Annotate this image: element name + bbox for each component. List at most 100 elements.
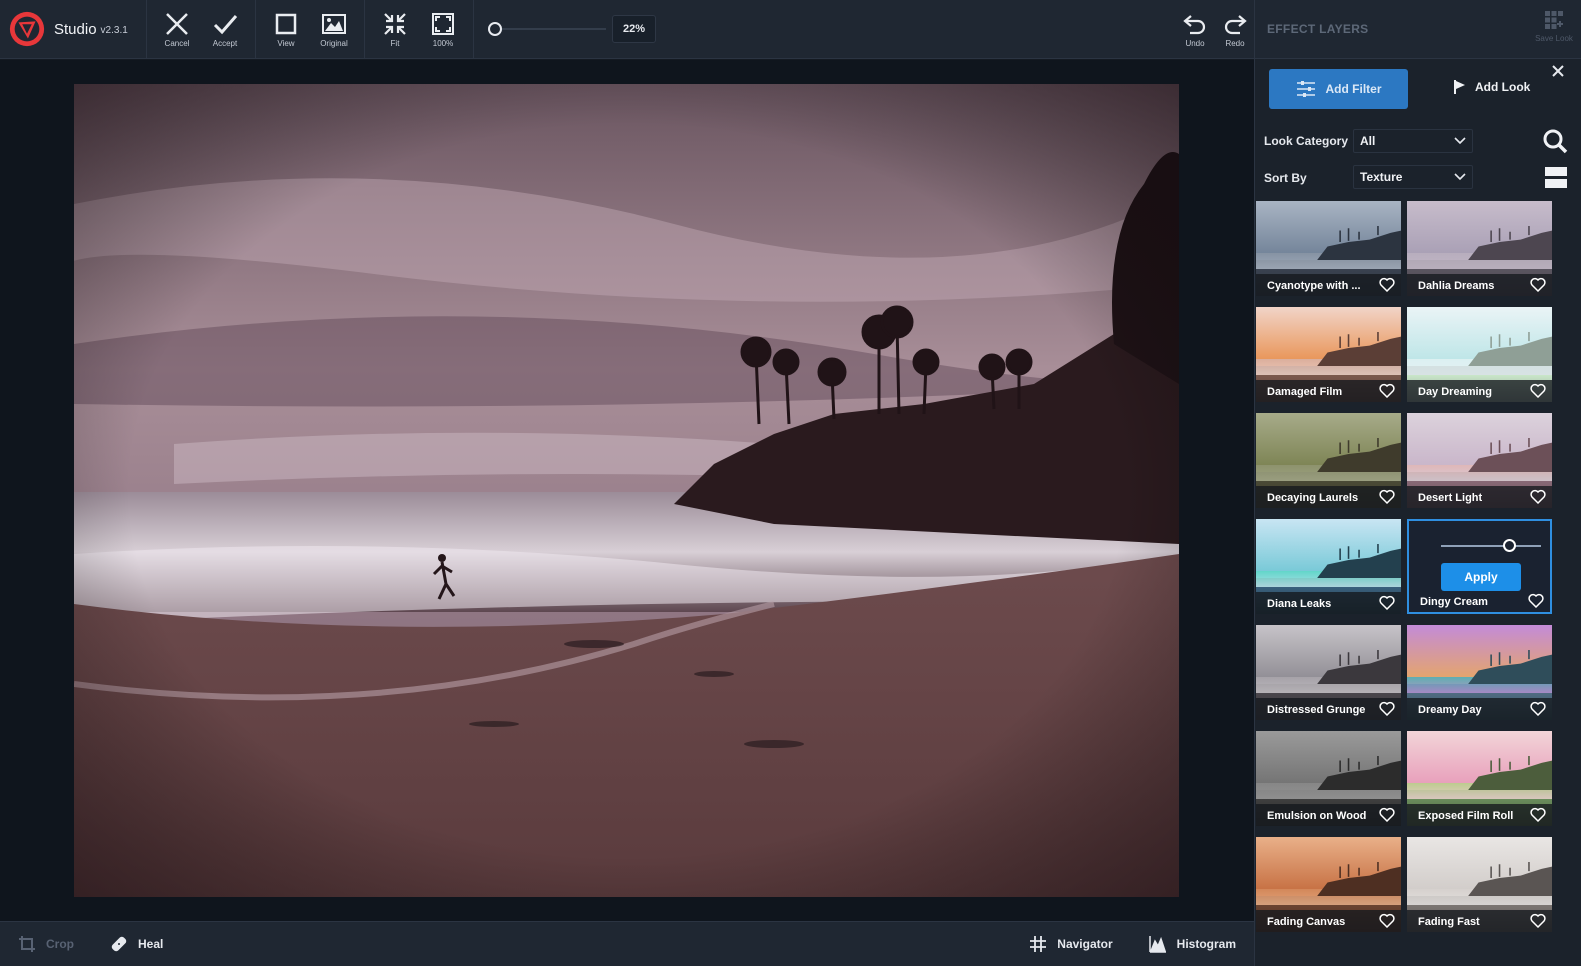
fit-button[interactable]: Fit: [371, 3, 419, 55]
favorite-heart-icon[interactable]: [1379, 383, 1395, 398]
view-button[interactable]: View: [262, 3, 310, 55]
brand: Studio v2.3.1: [0, 0, 147, 59]
close-panel-icon[interactable]: [1551, 64, 1565, 78]
look-name: Decaying Laurels: [1267, 492, 1359, 504]
heal-tool-button[interactable]: Heal: [92, 922, 181, 966]
close-icon: [166, 12, 188, 35]
add-filter-button[interactable]: Add Filter: [1269, 69, 1408, 109]
favorite-heart-icon[interactable]: [1530, 913, 1546, 928]
zoom-slider[interactable]: [488, 22, 606, 36]
look-tile[interactable]: Desert Light: [1407, 413, 1552, 508]
look-tile[interactable]: Distressed Grunge: [1256, 625, 1401, 720]
favorite-heart-icon[interactable]: [1530, 277, 1546, 292]
accept-button[interactable]: Accept: [201, 3, 249, 55]
look-flag-icon: [1454, 80, 1465, 94]
view-actions: View Original: [256, 0, 365, 59]
favorite-heart-icon[interactable]: [1379, 807, 1395, 822]
favorite-heart-icon[interactable]: [1379, 701, 1395, 716]
look-tile[interactable]: Diana Leaks: [1256, 519, 1401, 614]
zoom-slider-handle[interactable]: [488, 22, 502, 36]
histogram-icon: [1148, 936, 1166, 953]
look-strength-handle[interactable]: [1503, 539, 1516, 552]
look-tile[interactable]: Fading Fast: [1407, 837, 1552, 932]
bottom-right-tools: Navigator Histogram: [1011, 922, 1254, 966]
zoom-percent-field[interactable]: 22%: [612, 15, 656, 43]
favorite-heart-icon[interactable]: [1528, 593, 1544, 608]
edit-actions: Cancel Accept: [147, 0, 256, 59]
look-tile[interactable]: Emulsion on Wood: [1256, 731, 1401, 826]
zoom-actions: Fit 100%: [365, 0, 474, 59]
look-name: Fading Fast: [1418, 916, 1480, 928]
navigator-label: Navigator: [1057, 937, 1113, 951]
favorite-heart-icon[interactable]: [1530, 807, 1546, 822]
crop-label: Crop: [46, 937, 74, 951]
look-name: Exposed Film Roll: [1418, 810, 1514, 822]
sort-by-value: Texture: [1360, 170, 1403, 184]
image-icon: [322, 13, 346, 34]
list-view-icon[interactable]: [1544, 165, 1568, 189]
expand-icon: [432, 12, 454, 35]
look-tile[interactable]: Damaged Film: [1256, 307, 1401, 402]
sort-by-label: Sort By: [1264, 171, 1307, 185]
favorite-heart-icon[interactable]: [1379, 913, 1395, 928]
bandage-icon: [111, 936, 127, 952]
zoom-100-button[interactable]: 100%: [419, 3, 467, 55]
chevron-down-icon: [1454, 137, 1466, 145]
favorite-heart-icon[interactable]: [1379, 277, 1395, 292]
cancel-button[interactable]: Cancel: [153, 3, 201, 55]
app-window: Studio v2.3.1 Cancel Accept View Origina…: [0, 0, 1581, 966]
search-icon[interactable]: [1542, 128, 1568, 154]
app-logo-icon: [9, 11, 45, 47]
bottom-toolbar: Crop Heal Navigator Histogram: [0, 921, 1254, 966]
look-tile[interactable]: Exposed Film Roll: [1407, 731, 1552, 826]
redo-label: Redo: [1225, 39, 1245, 48]
favorite-heart-icon[interactable]: [1379, 595, 1395, 610]
apply-look-button[interactable]: Apply: [1441, 563, 1521, 591]
zoom-100-label: 100%: [432, 38, 454, 48]
app-version: v2.3.1: [100, 25, 128, 36]
look-tile[interactable]: Dahlia Dreams: [1407, 201, 1552, 296]
save-look-label: Save Look: [1535, 34, 1573, 43]
look-name: Dingy Cream: [1420, 596, 1488, 608]
look-strength-slider[interactable]: [1441, 539, 1541, 552]
undo-label: Undo: [1185, 39, 1205, 48]
look-name: Dreamy Day: [1418, 704, 1482, 716]
favorite-heart-icon[interactable]: [1530, 701, 1546, 716]
favorite-heart-icon[interactable]: [1379, 489, 1395, 504]
save-look-button[interactable]: Save Look: [1533, 10, 1575, 43]
top-toolbar: Studio v2.3.1 Cancel Accept View Origina…: [0, 0, 1265, 59]
original-button[interactable]: Original: [310, 3, 358, 55]
look-tile[interactable]: Day Dreaming: [1407, 307, 1552, 402]
grid-hash-icon: [1030, 936, 1047, 952]
look-name: Fading Canvas: [1267, 916, 1346, 928]
favorite-heart-icon[interactable]: [1530, 383, 1546, 398]
save-look-grid-icon: [1545, 11, 1563, 29]
fit-arrows-icon: [384, 12, 406, 35]
sort-by-select[interactable]: Texture: [1353, 165, 1473, 189]
undo-button[interactable]: Undo: [1175, 4, 1215, 56]
histogram-button[interactable]: Histogram: [1131, 922, 1254, 966]
original-label: Original: [320, 38, 348, 48]
look-category-select[interactable]: All: [1353, 129, 1473, 153]
look-name: Dahlia Dreams: [1418, 280, 1495, 292]
navigator-button[interactable]: Navigator: [1011, 922, 1130, 966]
redo-button[interactable]: Redo: [1215, 4, 1255, 56]
look-category-value: All: [1360, 134, 1376, 148]
look-tile[interactable]: Fading Canvas: [1256, 837, 1401, 932]
look-tile[interactable]: Apply Dingy Cream: [1407, 519, 1552, 614]
favorite-heart-icon[interactable]: [1530, 489, 1546, 504]
effect-layers-panel: EFFECT LAYERS Save Look Add Filter Add L…: [1254, 0, 1581, 966]
add-look-button[interactable]: Add Look: [1453, 79, 1530, 95]
look-tile[interactable]: Decaying Laurels: [1256, 413, 1401, 508]
histogram-label: Histogram: [1176, 937, 1236, 951]
edited-photo[interactable]: [74, 84, 1179, 897]
look-name: Day Dreaming: [1418, 386, 1492, 398]
app-name: Studio: [54, 20, 97, 38]
cancel-label: Cancel: [164, 38, 190, 48]
redo-icon: [1224, 15, 1247, 35]
look-tile[interactable]: Dreamy Day: [1407, 625, 1552, 720]
look-tile[interactable]: Cyanotype with ...: [1256, 201, 1401, 296]
image-canvas[interactable]: [0, 60, 1254, 921]
square-view-icon: [275, 13, 297, 34]
crop-tool-button[interactable]: Crop: [0, 922, 92, 966]
